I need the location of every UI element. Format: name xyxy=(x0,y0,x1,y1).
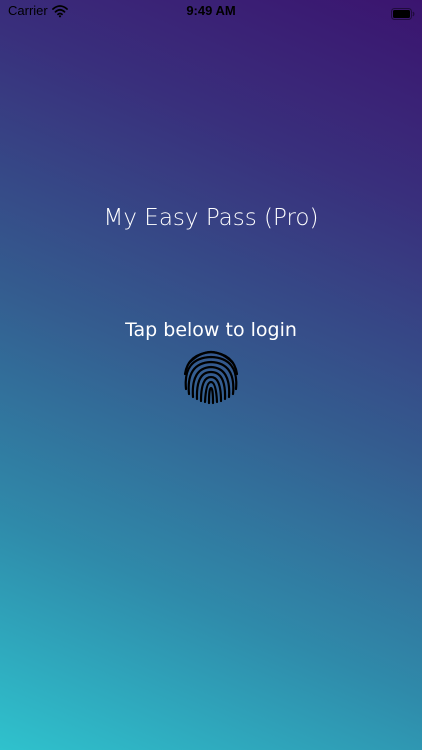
fingerprint-icon xyxy=(180,345,242,407)
status-bar: Carrier 9:49 AM xyxy=(0,0,422,24)
battery-icon xyxy=(391,5,415,20)
fingerprint-login-button[interactable] xyxy=(180,345,242,407)
login-screen: Carrier 9:49 AM My Easy Pass (Pro) Tap b… xyxy=(0,0,422,750)
app-title: My Easy Pass (Pro) xyxy=(103,205,319,231)
status-time: 9:49 AM xyxy=(186,3,236,18)
login-hint: Tap below to login xyxy=(125,319,297,341)
